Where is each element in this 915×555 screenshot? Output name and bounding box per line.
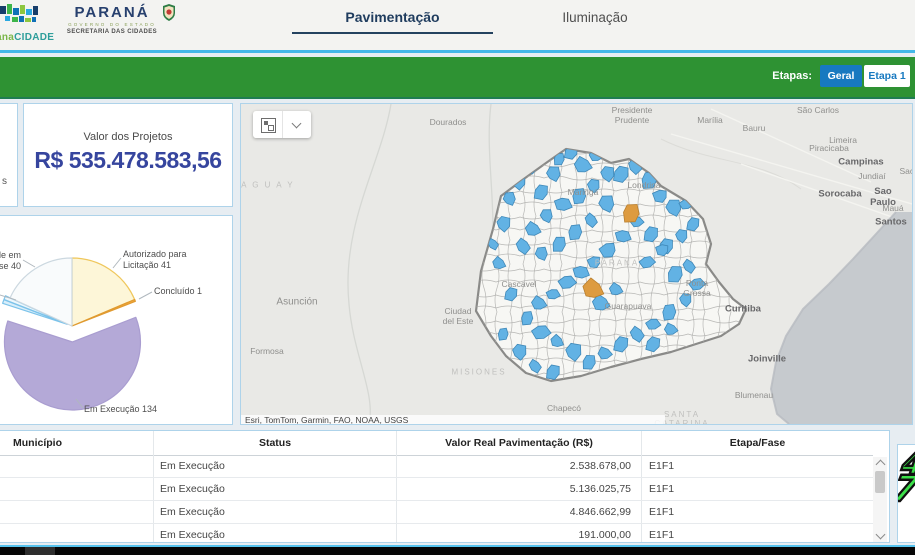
tab-iluminacao[interactable]: Iluminação: [540, 6, 650, 32]
table-body: Em Execução 2.538.678,00 E1F1 Em Execuçã…: [0, 455, 873, 542]
basemap-icon: [261, 118, 276, 133]
map-municipality-highlight[interactable]: [498, 328, 508, 340]
cell-municipio: [0, 455, 153, 477]
map-municipality-highlight[interactable]: [656, 245, 668, 256]
scroll-up-icon[interactable]: [875, 460, 885, 470]
header: anaCIDADE PARANÁ GOVERNO DO ESTADO SECRE…: [0, 0, 915, 50]
bottom-bar: [0, 547, 915, 555]
basemap-control[interactable]: [253, 111, 311, 138]
map-card: DouradosP A R A G U A YAsunciónFormosaCi…: [240, 103, 913, 425]
table-row[interactable]: Em Execução 191.000,00 E1F1: [0, 524, 873, 542]
bottom-bar-square: [25, 547, 55, 555]
map-municipality-highlight[interactable]: [663, 304, 676, 320]
cell-status: Em Execução: [153, 455, 396, 477]
etapa-geral-button[interactable]: Geral: [820, 65, 862, 87]
cell-status: Em Execução: [153, 524, 396, 542]
basemap-gallery-button[interactable]: [253, 111, 283, 138]
scroll-thumb[interactable]: [875, 471, 885, 493]
cell-etapa: E1F1: [641, 501, 873, 523]
table-header: Município Status Valor Real Pavimentação…: [0, 431, 873, 456]
col-header-valor[interactable]: Valor Real Pavimentação (R$): [396, 431, 641, 455]
table-row[interactable]: Em Execução 2.538.678,00 E1F1: [0, 455, 873, 478]
cell-municipio: [0, 524, 153, 542]
scroll-down-icon[interactable]: [875, 530, 885, 540]
valor-projetos-card: Valor dos Projetos R$ 535.478.583,56: [23, 103, 233, 207]
cell-etapa: E1F1: [641, 524, 873, 542]
header-accent-line: [0, 50, 915, 53]
cell-etapa: E1F1: [641, 478, 873, 500]
etapas-bar: Etapas: Geral Etapa 1: [0, 57, 915, 99]
cell-status: Em Execução: [153, 478, 396, 500]
etapa-1-button[interactable]: Etapa 1: [864, 65, 910, 87]
dashboard-screen: anaCIDADE PARANÁ GOVERNO DO ESTADO SECRE…: [0, 0, 915, 555]
valor-projetos-title: Valor dos Projetos: [24, 131, 232, 143]
parana-map[interactable]: [241, 104, 912, 424]
kpi-figure-card: 4 7: [897, 444, 915, 543]
map-municipality-highlight[interactable]: [522, 312, 533, 325]
pie-slice-2[interactable]: [4, 317, 140, 410]
kpi-green-figure-2: 7: [897, 469, 915, 510]
cell-valor: 191.000,00: [396, 524, 641, 542]
status-pie-card: Autorizado para Licitação 41 Concluído 1…: [0, 215, 233, 425]
chevron-down-icon: [292, 119, 302, 129]
cell-etapa: E1F1: [641, 455, 873, 477]
left-partial-card: s: [0, 103, 18, 207]
cell-valor: 4.846.662,99: [396, 501, 641, 523]
partial-card-text: s: [2, 176, 7, 187]
table-scrollbar[interactable]: [873, 457, 887, 542]
valor-projetos-value: R$ 535.478.583,56: [24, 147, 232, 174]
etapas-label: Etapas:: [772, 70, 812, 82]
main-tabs: Pavimentação Iluminação: [0, 0, 915, 50]
cell-municipio: [0, 478, 153, 500]
tab-pavimentacao[interactable]: Pavimentação: [292, 6, 493, 34]
cell-valor: 2.538.678,00: [396, 455, 641, 477]
map-attribution: Esri, TomTom, Garmin, FAO, NOAA, USGS: [241, 415, 665, 425]
col-header-etapa[interactable]: Etapa/Fase: [641, 431, 873, 455]
col-header-status[interactable]: Status: [153, 431, 396, 455]
projects-table-card: Município Status Valor Real Pavimentação…: [0, 430, 890, 543]
status-pie-chart[interactable]: [0, 216, 232, 424]
table-row[interactable]: Em Execução 4.846.662,99 E1F1: [0, 501, 873, 524]
cell-municipio: [0, 501, 153, 523]
table-row[interactable]: Em Execução 5.136.025,75 E1F1: [0, 478, 873, 501]
cell-valor: 5.136.025,75: [396, 478, 641, 500]
map-municipality-highlight[interactable]: [573, 189, 586, 204]
pie-slice-0[interactable]: [72, 258, 135, 326]
col-header-municipio[interactable]: Município: [0, 431, 153, 455]
map-municipality-highlight[interactable]: [569, 225, 582, 240]
cell-status: Em Execução: [153, 501, 396, 523]
